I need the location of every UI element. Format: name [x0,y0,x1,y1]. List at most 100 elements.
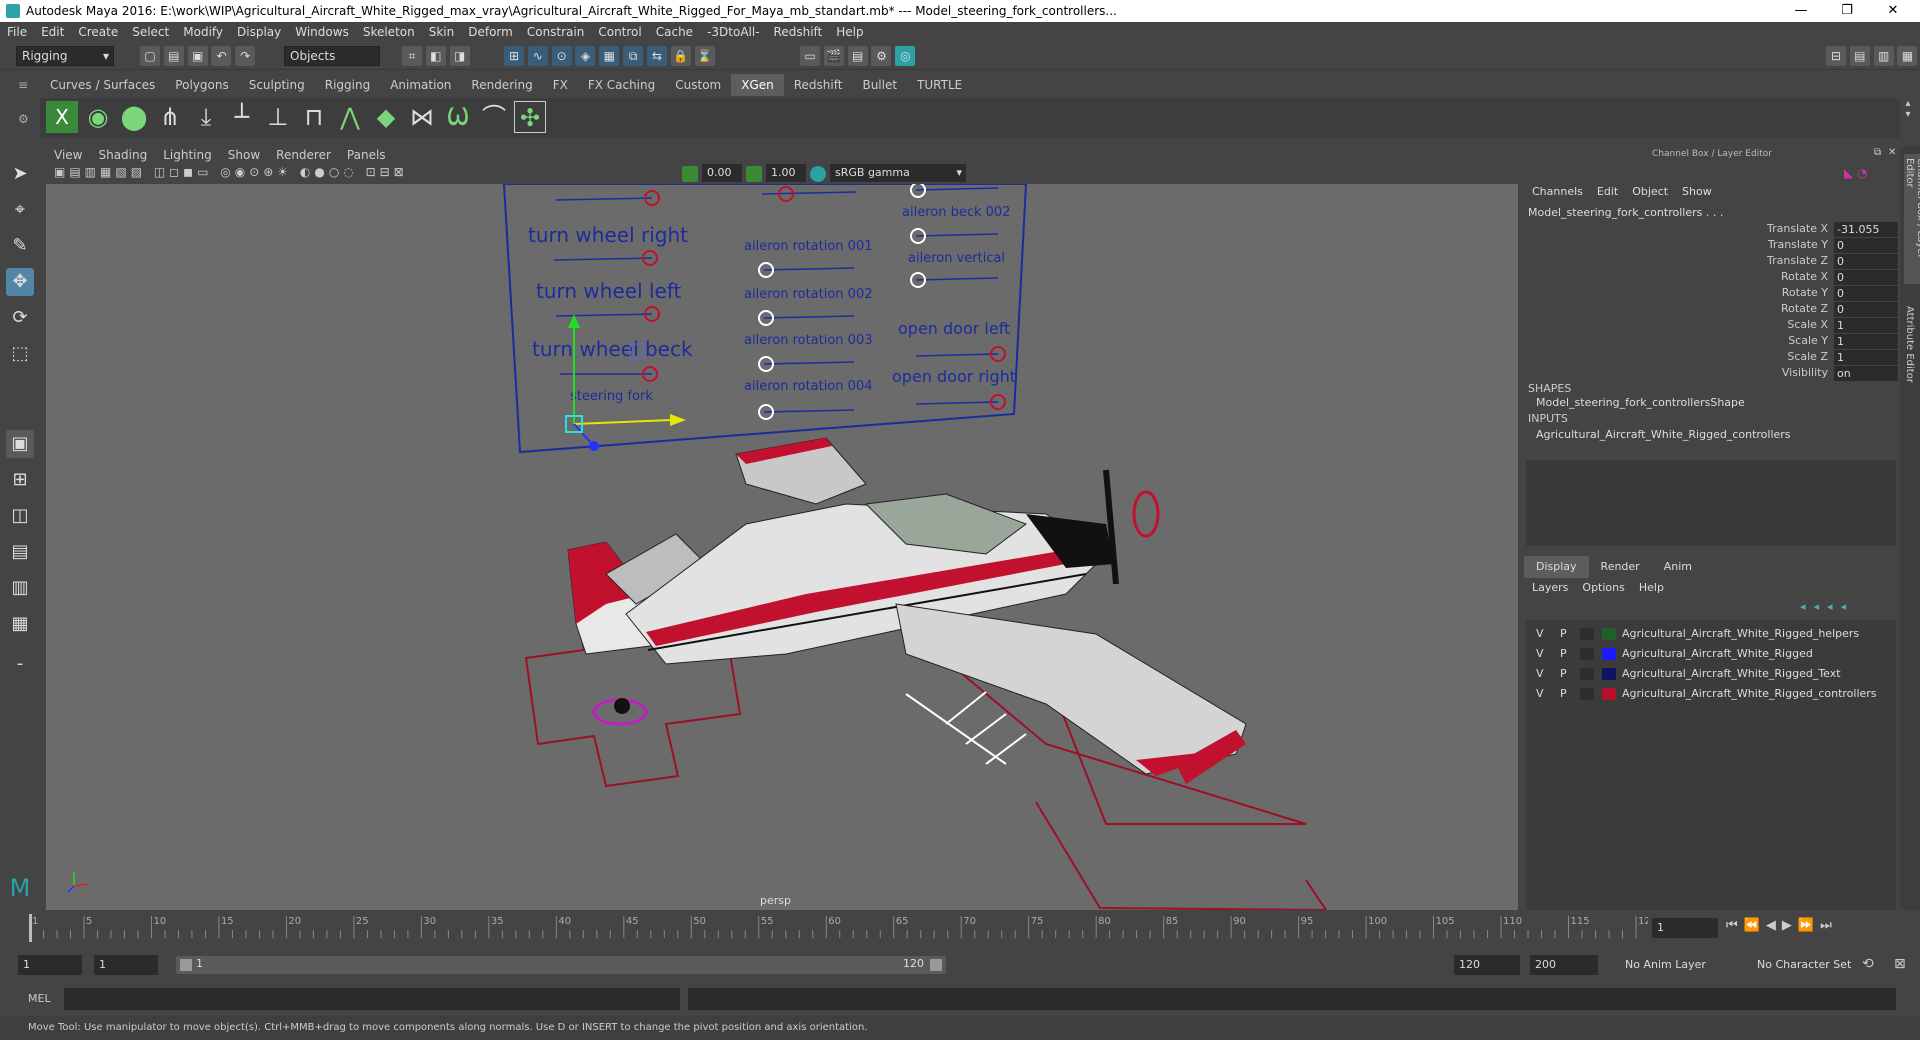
attr-label[interactable]: Scale Y [1788,334,1828,347]
xgen-add-guide-icon[interactable]: ┴ [226,101,258,133]
menu--3dtoall-[interactable]: -3DtoAll- [700,22,766,42]
auto-key-icon[interactable]: ⟲ [1862,956,1874,972]
current-frame-field[interactable]: 1 [1652,918,1718,938]
attr-value-field[interactable]: 0 [1834,286,1898,301]
layer-row[interactable]: V P Agricultural_Aircraft_White_Rigged [1526,644,1902,664]
layer-reference-toggle[interactable] [1580,668,1594,680]
close-icon[interactable]: ✕ [1888,147,1896,158]
layer-tab-display[interactable]: Display [1524,556,1589,578]
mel-label[interactable]: MEL [28,992,51,1005]
layer-menu-options[interactable]: Options [1582,581,1624,594]
menu-redshift[interactable]: Redshift [767,22,830,42]
layer-name[interactable]: Agricultural_Aircraft_White_Rigged_Text [1622,664,1841,684]
attr-label[interactable]: Rotate X [1781,270,1828,283]
layer-name[interactable]: Agricultural_Aircraft_White_Rigged_contr… [1622,684,1877,704]
maximize-button[interactable]: ❐ [1824,0,1870,22]
layer-color-swatch[interactable] [1602,668,1616,680]
channel-menu-show[interactable]: Show [1682,185,1712,198]
go-to-end-icon[interactable]: ⏭ [1820,918,1838,933]
snap-point-icon[interactable]: ⊙ [551,46,572,66]
open-scene-icon[interactable]: ▤ [163,46,184,66]
attr-label[interactable]: Translate Z [1767,254,1828,267]
layer-row[interactable]: V P Agricultural_Aircraft_White_Rigged_Tex… [1526,664,1902,684]
float-icon[interactable]: ⧉ [1874,147,1881,158]
layer-name[interactable]: Agricultural_Aircraft_White_Rigged [1622,644,1813,664]
select-component-icon[interactable]: ◨ [449,46,470,66]
viewport-persp[interactable]: turn wheel right turn wheel left turn wh… [46,184,1518,910]
playback-start-field[interactable]: 1 [94,955,158,975]
xgen-sculpt-icon[interactable]: ⋈ [406,101,438,133]
render-view-icon[interactable]: ▭ [800,46,820,66]
layer-row[interactable]: V P Agricultural_Aircraft_White_Rigged_hel… [1526,624,1902,644]
xgen-place-guides-icon[interactable]: ⤓ [190,101,222,133]
minimize-button[interactable]: — [1778,0,1824,22]
hypershade-icon[interactable]: ◎ [895,46,916,66]
menu-edit[interactable]: Edit [34,22,71,42]
input-node[interactable]: Agricultural_Aircraft_White_Rigged_contr… [1536,428,1791,441]
snap-grid-icon[interactable]: ⊞ [504,46,524,66]
color-space-dropdown[interactable]: sRGB gamma ▾ [830,164,966,182]
shelf-tab-rendering[interactable]: Rendering [461,74,543,96]
layer-tab-render[interactable]: Render [1589,556,1652,578]
shelf-scroll[interactable]: ▴ ▾ [1900,98,1916,138]
playback-end-field[interactable]: 120 [1454,955,1520,975]
color-management-icon[interactable] [810,166,826,182]
xgen-layer-icon[interactable]: ◆ [370,101,402,133]
workspace-icon[interactable]: ⊟ [1826,46,1846,66]
anim-layer-dropdown[interactable]: No Anim Layer [1620,955,1740,975]
attr-label[interactable]: Translate Y [1768,238,1828,251]
preferences-icon[interactable]: ⊠ [1894,956,1906,972]
panel-menu-view[interactable]: View [46,146,90,164]
layer-color-swatch[interactable] [1602,648,1616,660]
shelf-tab-fx[interactable]: FX [542,74,578,96]
attr-value-field[interactable]: 1 [1834,334,1898,349]
move-tool-icon[interactable]: ✥ [6,268,34,296]
camera-tools-icons[interactable]: ▣▤▥▦▧▨ ◫◻◼▭ ◎◉⊙⊛☀ ◐●○◌ ⊡⊟⊠ [54,165,408,179]
shelf-tab-fx-caching[interactable]: FX Caching [577,74,666,96]
panel-menu-panels[interactable]: Panels [339,146,394,164]
current-frame-marker[interactable] [29,914,32,942]
play-icon[interactable]: ▶ [1782,918,1798,933]
layer-visibility-toggle[interactable]: V [1536,644,1544,664]
menu-windows[interactable]: Windows [288,22,356,42]
layer-playback-toggle[interactable]: P [1560,684,1567,704]
layout-icon[interactable]: ▤ [1849,46,1870,66]
layer-tab-anim[interactable]: Anim [1652,556,1704,578]
two-view-icon[interactable]: ◫ [6,502,34,530]
menu-help[interactable]: Help [829,22,870,42]
shelf-options-icon[interactable]: ⚙ [18,112,32,126]
render-settings-icon[interactable]: ⚙ [871,46,892,66]
four-view-icon[interactable]: ⊞ [6,466,34,494]
layer-reference-toggle[interactable] [1580,628,1594,640]
shelf-tab-rigging[interactable]: Rigging [314,74,381,96]
layer-visibility-toggle[interactable]: V [1536,684,1544,704]
snap-view-icon[interactable]: ◈ [575,46,596,66]
rotate-tool-icon[interactable]: ⟳ [6,304,34,332]
attr-value-field[interactable]: 0 [1834,270,1898,285]
layer-playback-toggle[interactable]: P [1560,664,1567,684]
graph-view-icon[interactable]: ▥ [6,574,34,602]
attr-label[interactable]: Translate X [1767,222,1828,235]
attr-label[interactable]: Scale X [1787,318,1828,331]
panel-menu-shading[interactable]: Shading [90,146,155,164]
panel-menu-renderer[interactable]: Renderer [268,146,339,164]
lasso-tool-icon[interactable]: ⌖ [6,196,34,224]
layer-tools-icons[interactable]: ◂◂◂◂ [1800,600,1854,613]
attr-value-field[interactable]: 0 [1834,302,1898,317]
layer-color-swatch[interactable] [1602,688,1616,700]
xgen-icon[interactable]: X [46,101,78,133]
channel-menu-edit[interactable]: Edit [1597,185,1618,198]
layer-name[interactable]: Agricultural_Aircraft_White_Rigged_helpe… [1622,624,1859,644]
snap-curve-icon[interactable]: ∿ [527,46,548,66]
attr-label[interactable]: Visibility [1782,366,1828,379]
shelf-tab-sculpting[interactable]: Sculpting [238,74,315,96]
outliner-view-icon[interactable]: ▤ [6,538,34,566]
shelf-tab-bullet[interactable]: Bullet [852,74,908,96]
exposure-icon[interactable] [682,166,698,182]
select-object-icon[interactable]: ◧ [425,46,446,66]
attr-value-field[interactable]: 1 [1834,350,1898,365]
paint-select-icon[interactable]: ✎ [6,232,34,260]
scene-start-field[interactable]: 1 [18,955,82,975]
gamma-icon[interactable] [746,166,762,182]
step-back-icon[interactable]: ◀ [1766,918,1782,933]
